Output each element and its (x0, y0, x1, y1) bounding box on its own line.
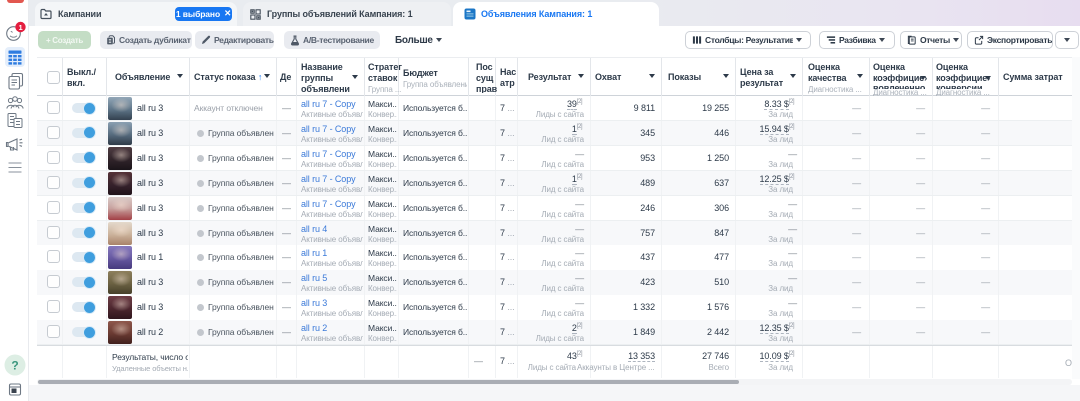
svg-text:1: 1 (18, 23, 22, 32)
svg-text:?: ? (11, 359, 18, 373)
